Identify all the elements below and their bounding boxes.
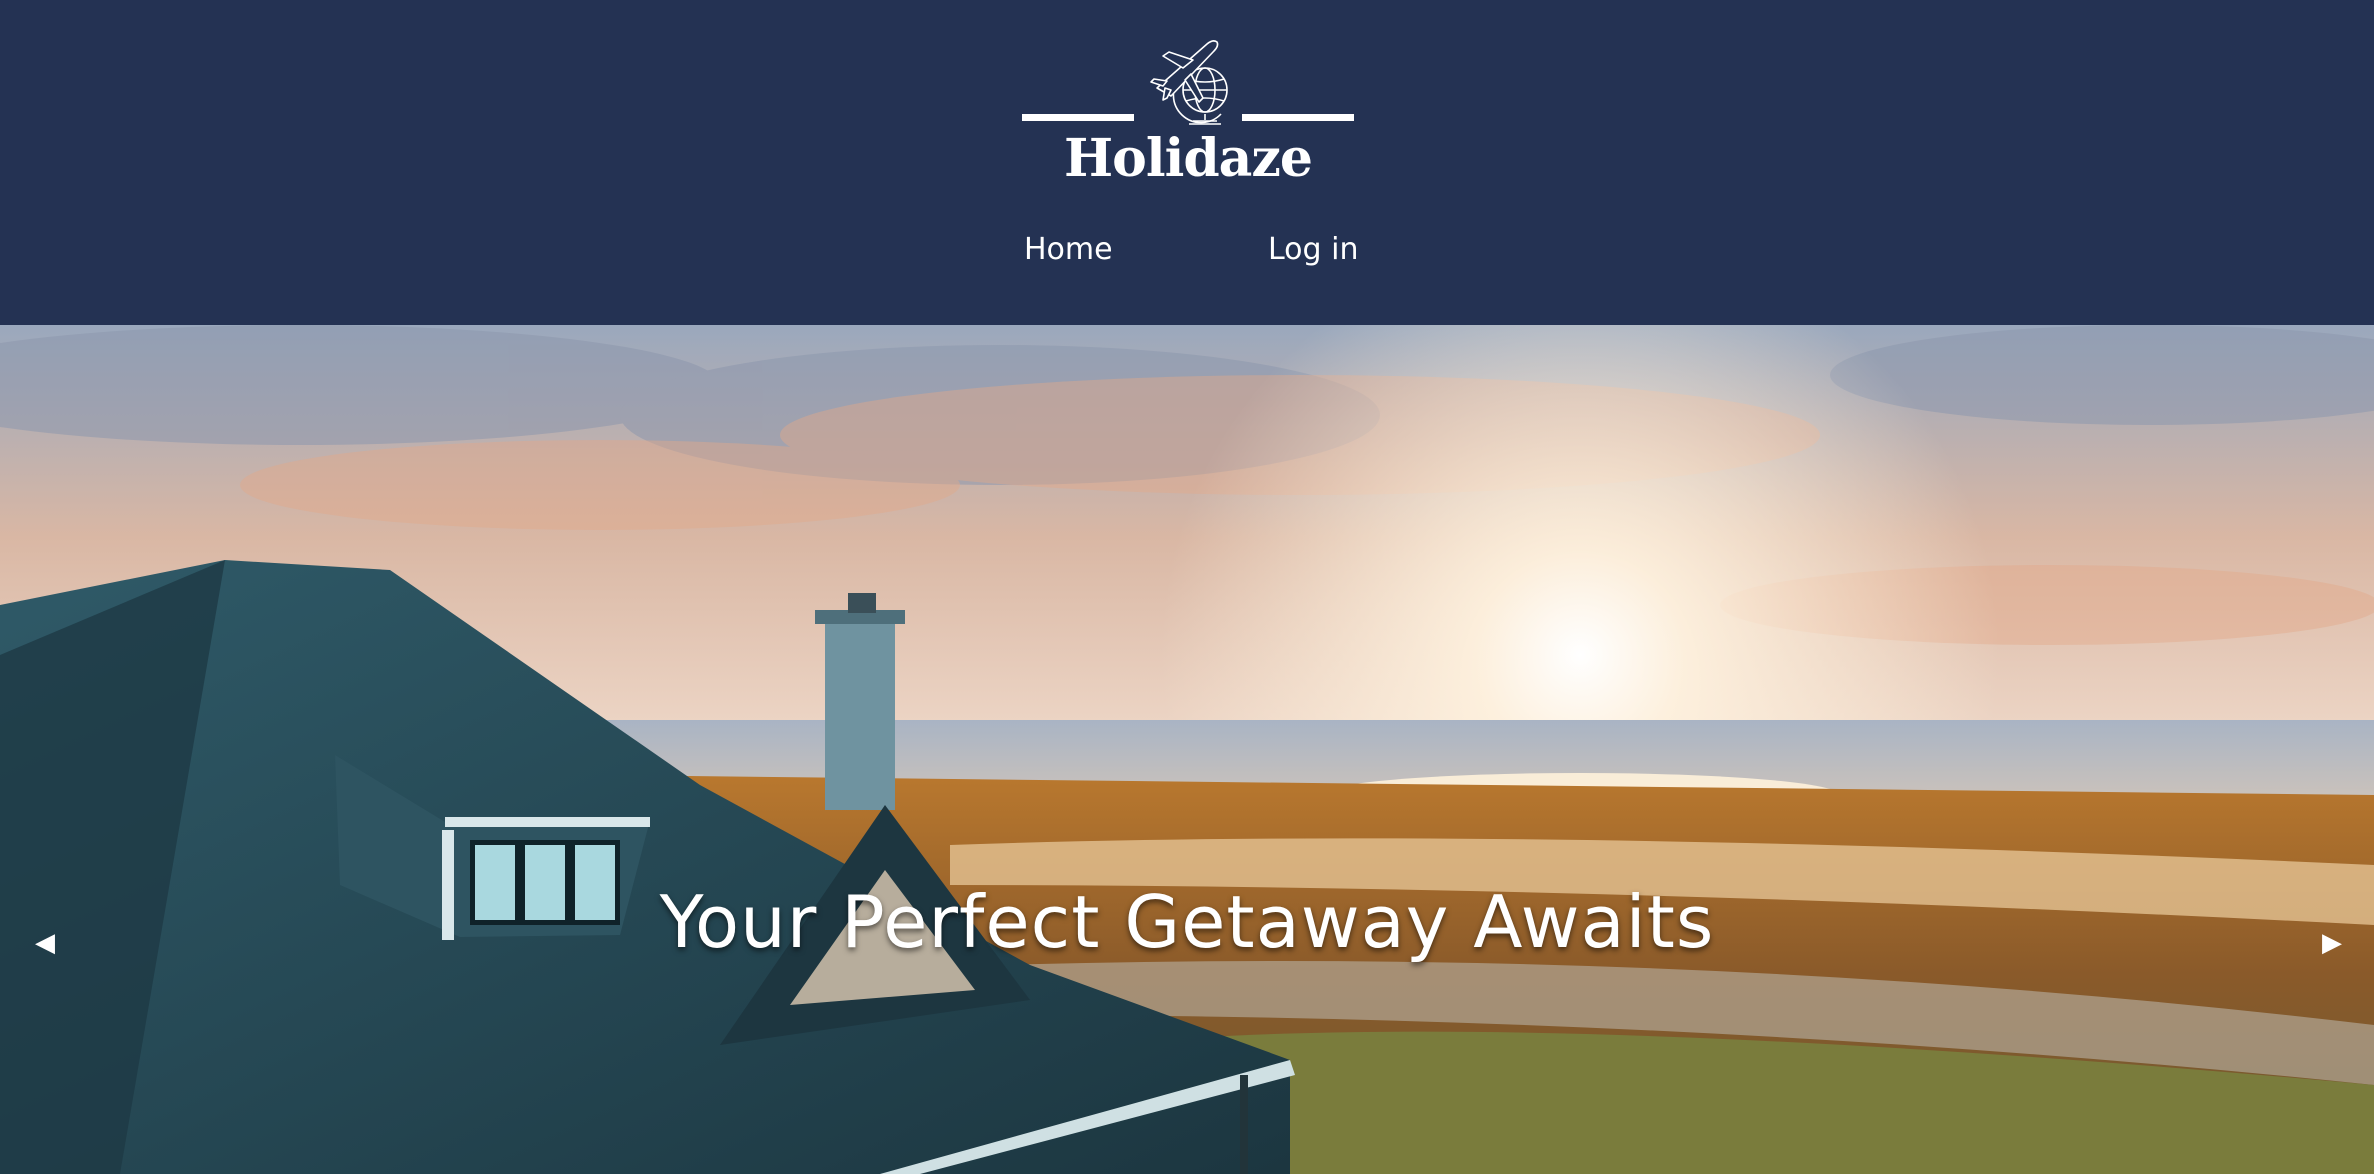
- site-header: Holidaze Home Log in: [0, 0, 2374, 325]
- nav-login-link[interactable]: Log in: [1268, 232, 1358, 267]
- beach-house-sunset-image: [0, 325, 2374, 1174]
- hero-title: Your Perfect Getaway Awaits: [659, 880, 1715, 964]
- logo[interactable]: Holidaze: [1020, 30, 1356, 190]
- nav-home-link[interactable]: Home: [1024, 232, 1113, 267]
- brand-name[interactable]: Holidaze: [1020, 128, 1356, 189]
- hero-carousel: Your Perfect Getaway Awaits ◀ ▶: [0, 325, 2374, 1174]
- logo-divider-left: [1022, 114, 1134, 121]
- carousel-prev-arrow-icon[interactable]: ◀: [25, 923, 65, 963]
- logo-divider-right: [1242, 114, 1354, 121]
- carousel-next-arrow-icon[interactable]: ▶: [2312, 923, 2352, 963]
- plane-globe-icon: [1150, 40, 1228, 125]
- main-nav: Home Log in: [0, 232, 2374, 282]
